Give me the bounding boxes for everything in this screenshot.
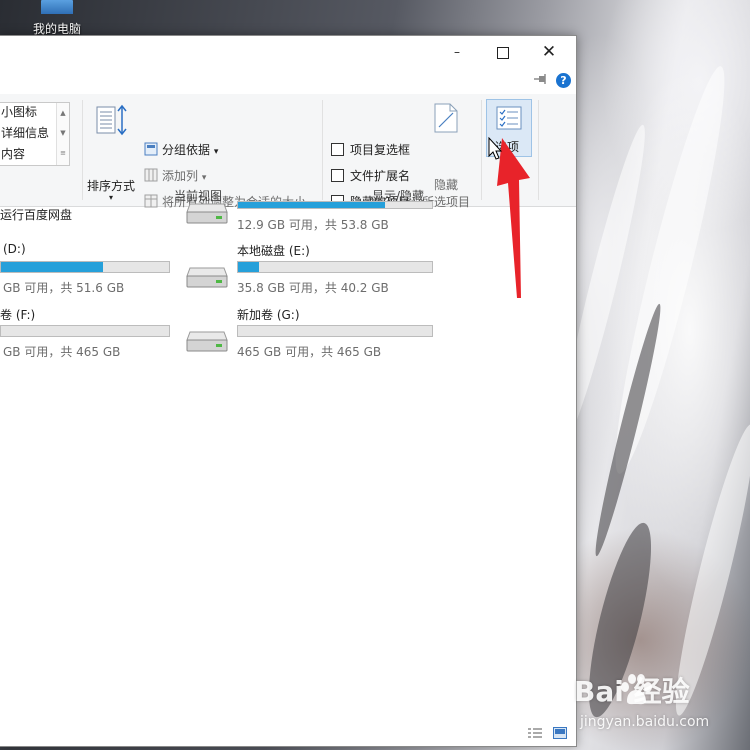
drive-size: 12.9 GB 可用，共 53.8 GB: [237, 218, 389, 232]
red-arrow-annotation: [497, 138, 530, 298]
layout-scrollbar[interactable]: ▲ ▼ ≡: [56, 103, 69, 165]
ribbon-separator: [481, 100, 482, 200]
hide-selected-icon[interactable]: [434, 103, 458, 133]
chevron-down-icon: ▾: [201, 173, 207, 183]
watermark-url: jingyan.baidu.com: [580, 714, 710, 730]
add-columns-button[interactable]: 添加列 ▾: [162, 167, 206, 184]
expand-icon[interactable]: ≡: [57, 143, 69, 163]
drive-usage-fill: [238, 202, 386, 208]
close-button[interactable]: ✕: [526, 36, 572, 68]
drive-name: 本地磁盘 (E:): [237, 244, 310, 258]
help-icon[interactable]: ?: [556, 73, 571, 88]
layout-small-icons[interactable]: 小图标: [1, 103, 37, 120]
drive-size: GB 可用，共 51.6 GB: [3, 281, 125, 295]
drive-name: 卷 (F:): [0, 308, 36, 322]
minimize-button[interactable]: –: [434, 36, 480, 68]
maximize-icon: [497, 47, 509, 59]
layout-list: 小图标 详细信息 内容 ▲ ▼ ≡: [0, 102, 70, 166]
size-columns-icon: [144, 194, 158, 208]
group-by-icon: [144, 142, 158, 156]
drive-size: GB 可用，共 465 GB: [3, 345, 121, 359]
item-checkboxes-checkbox[interactable]: [331, 143, 344, 156]
drive-usage-fill: [1, 262, 104, 272]
layout-details[interactable]: 详细信息: [1, 124, 49, 141]
chevron-down-icon: ▾: [109, 193, 114, 202]
large-icons-view-icon[interactable]: [553, 724, 568, 739]
baidu-netdisk-label[interactable]: 运行百度网盘: [0, 206, 72, 223]
sort-by-button[interactable]: 排序方式 ▾: [87, 177, 135, 202]
group-by-button[interactable]: 分组依据 ▾: [162, 141, 218, 158]
baidu-watermark: Bai 经验 jingyan.baidu.com: [574, 670, 744, 736]
drive-usage-bar: [237, 261, 433, 273]
layout-content[interactable]: 内容: [1, 145, 25, 162]
drive-name: (D:): [3, 242, 26, 256]
drive-size: 35.8 GB 可用，共 40.2 GB: [237, 281, 389, 295]
file-extensions-label[interactable]: 文件扩展名: [350, 167, 410, 184]
computer-icon: [41, 0, 73, 14]
hard-drive-icon: [186, 267, 228, 288]
details-view-icon[interactable]: [528, 724, 542, 738]
drive-usage-bar: [237, 325, 433, 337]
chevron-down-icon: ▾: [213, 147, 219, 157]
hide-selected-label-top[interactable]: 隐藏: [434, 176, 458, 193]
mouse-cursor-icon: [488, 137, 502, 160]
drive-usage-bar: [237, 201, 433, 209]
file-extensions-checkbox[interactable]: [331, 169, 344, 182]
drive-usage-bar: [0, 261, 170, 273]
view-toggle-group: [528, 724, 573, 739]
ribbon-separator: [322, 100, 323, 200]
drive-name: 新加卷 (G:): [237, 308, 300, 322]
hard-drive-icon: [186, 203, 228, 224]
ribbon-separator: [538, 100, 539, 200]
ribbon-separator: [82, 100, 83, 200]
item-checkboxes-label[interactable]: 项目复选框: [350, 141, 410, 158]
maximize-button[interactable]: [480, 36, 526, 68]
title-bar: – ✕: [0, 36, 576, 68]
drive-usage-bar: [0, 325, 170, 337]
options-icon: [496, 106, 522, 130]
scroll-up-icon[interactable]: ▲: [57, 103, 69, 123]
sort-by-icon[interactable]: [96, 104, 128, 136]
desktop-icon-my-computer[interactable]: 我的电脑: [22, 0, 92, 37]
drive-usage-fill: [238, 262, 260, 272]
scroll-down-icon[interactable]: ▼: [57, 123, 69, 143]
drive-size: 465 GB 可用，共 465 GB: [237, 345, 382, 359]
add-columns-icon: [144, 168, 158, 182]
pin-ribbon-icon[interactable]: [534, 74, 548, 84]
hard-drive-icon: [186, 331, 228, 352]
baidu-paw-icon: [621, 674, 652, 705]
